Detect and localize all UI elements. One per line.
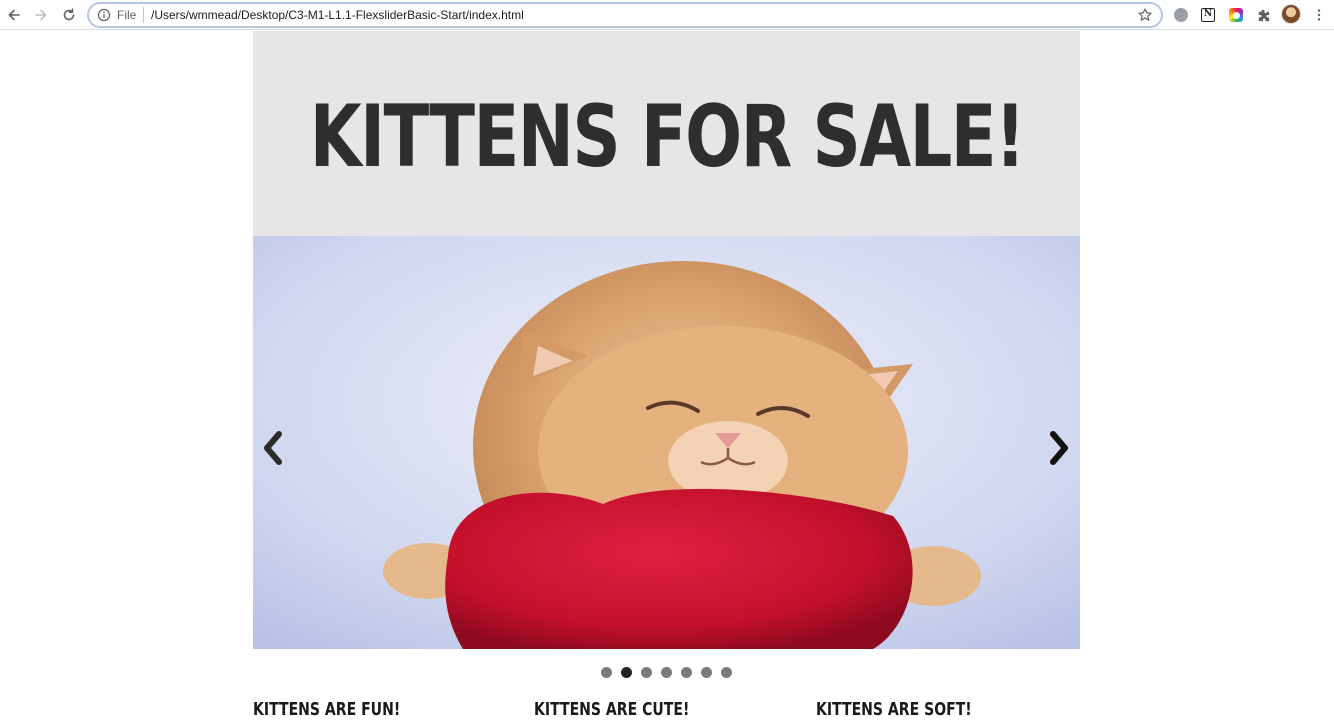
slider-prev-arrow[interactable]: [259, 428, 287, 468]
arrow-right-icon: [35, 9, 47, 21]
slider-dot-6[interactable]: [701, 667, 712, 678]
bookmark-star-icon[interactable]: [1137, 7, 1153, 23]
url-scheme-label: File: [117, 8, 137, 22]
slider-dot-2[interactable]: [621, 667, 632, 678]
arrow-left-icon: [8, 9, 20, 21]
profile-avatar[interactable]: [1281, 4, 1301, 24]
forward-button[interactable]: [31, 5, 51, 25]
slider-next-arrow[interactable]: [1045, 428, 1073, 468]
slider-pagination: [253, 667, 1080, 679]
slider-dot-1[interactable]: [601, 667, 612, 678]
slider-dot-7[interactable]: [721, 667, 732, 678]
url-text[interactable]: /Users/wmmead/Desktop/C3-M1-L1.1-Flexsli…: [151, 8, 524, 22]
browser-menu-icon[interactable]: [1310, 6, 1328, 24]
chevron-left-icon: [264, 431, 282, 465]
extension-notion-icon[interactable]: N: [1199, 6, 1217, 24]
browser-toolbar: File /Users/wmmead/Desktop/C3-M1-L1.1-Fl…: [0, 0, 1334, 30]
extension-gray-icon[interactable]: [1172, 6, 1190, 24]
feature-title-soft: KITTENS ARE SOFT!: [816, 699, 972, 720]
reload-button[interactable]: [59, 5, 79, 25]
slider-dot-5[interactable]: [681, 667, 692, 678]
kitten-slide-image: [253, 236, 1080, 649]
image-slider[interactable]: [253, 236, 1080, 649]
back-button[interactable]: [4, 5, 24, 25]
extension-color-icon[interactable]: [1227, 6, 1245, 24]
reload-icon: [63, 8, 75, 21]
feature-title-fun: KITTENS ARE FUN!: [253, 699, 401, 720]
address-bar[interactable]: File /Users/wmmead/Desktop/C3-M1-L1.1-Fl…: [88, 3, 1162, 27]
slider-dot-3[interactable]: [641, 667, 652, 678]
page-title: KITTENS FOR SALE!: [309, 86, 1025, 187]
feature-title-cute: KITTENS ARE CUTE!: [534, 699, 690, 720]
info-icon[interactable]: [97, 8, 111, 22]
page-header: KITTENS FOR SALE!: [253, 31, 1080, 236]
chevron-right-icon: [1050, 431, 1068, 465]
slider-dot-4[interactable]: [661, 667, 672, 678]
url-separator: [143, 7, 144, 23]
extensions-puzzle-icon[interactable]: [1254, 6, 1272, 24]
page-content: KITTENS FOR SALE! KITTENS ARE FUN! KITTE…: [253, 31, 1080, 720]
features-row: KITTENS ARE FUN! KITTENS ARE CUTE! KITTE…: [253, 699, 1080, 720]
